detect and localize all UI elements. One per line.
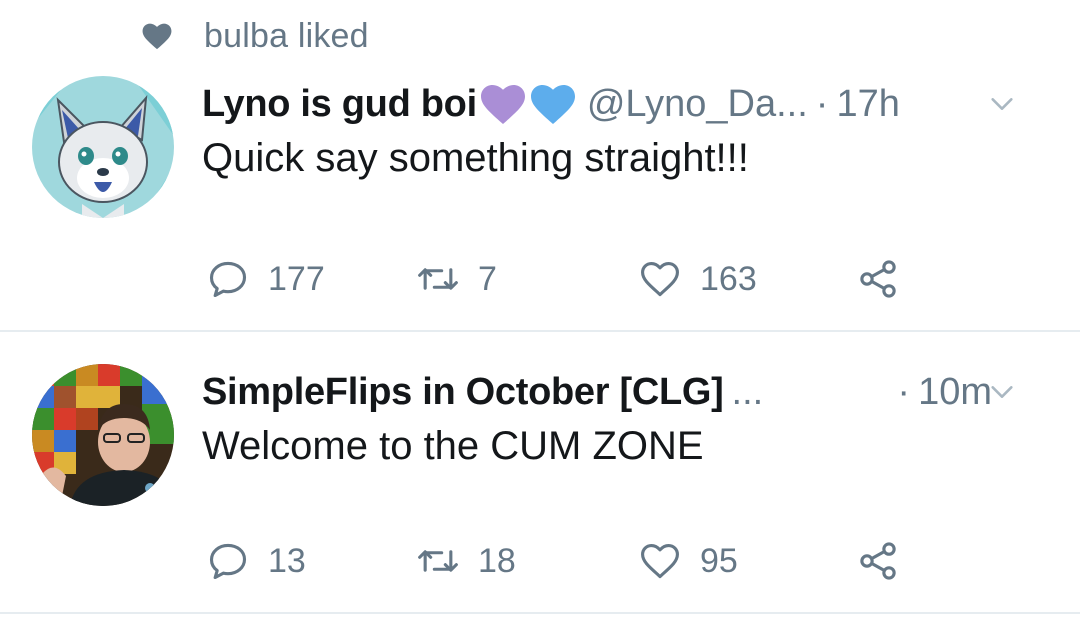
tweet-divider [0, 612, 1080, 614]
retweet-icon [418, 268, 458, 290]
share-button[interactable] [856, 256, 900, 302]
like-count: 163 [700, 259, 757, 298]
timeline-feed: bulba liked Lyno is gud boi @Lyno_Da... … [0, 0, 1080, 621]
reply-count: 13 [268, 541, 306, 580]
retweet-count: 18 [478, 541, 516, 580]
reply-button[interactable]: 13 [206, 538, 306, 584]
heart-outline-icon [641, 262, 679, 297]
timestamp[interactable]: 17h [836, 83, 899, 126]
reply-button[interactable]: 177 [206, 256, 325, 302]
avatar-image [32, 364, 174, 506]
share-button[interactable] [856, 538, 900, 584]
reply-icon [209, 543, 247, 580]
reply-count: 177 [268, 259, 325, 298]
tweet-card[interactable]: SimpleFlips in October [CLG] ... · 10m W… [0, 332, 1080, 612]
avatar[interactable] [32, 76, 174, 218]
heart-outline-icon [641, 544, 679, 579]
name-truncation: ... [731, 370, 764, 413]
chevron-down-icon[interactable] [988, 378, 1016, 406]
tweet-text: Welcome to the CUM ZONE [202, 424, 704, 468]
user-handle[interactable]: @Lyno_Da... [587, 83, 808, 126]
heart-icon [142, 23, 172, 50]
like-button[interactable]: 163 [638, 256, 757, 302]
like-count: 95 [700, 541, 738, 580]
blue-heart-emoji [530, 85, 575, 124]
display-name[interactable]: SimpleFlips in October [CLG] [202, 371, 724, 414]
timestamp[interactable]: 10m [918, 371, 992, 414]
tweet-text: Quick say something straight!!! [202, 136, 749, 180]
social-context-label: bulba liked [204, 16, 369, 55]
tweet-actions: 177 7 163 [206, 256, 926, 302]
retweet-icon [418, 550, 458, 572]
chevron-down-icon[interactable] [988, 90, 1016, 118]
separator-dot: · [897, 370, 911, 413]
retweet-button[interactable]: 7 [416, 256, 497, 302]
purple-heart-emoji [480, 85, 525, 124]
retweet-count: 7 [478, 259, 497, 298]
retweet-button[interactable]: 18 [416, 538, 516, 584]
avatar-image [32, 76, 174, 218]
social-context: bulba liked [140, 14, 369, 58]
tweet-header: SimpleFlips in October [CLG] ... · 10m [202, 364, 1050, 420]
reply-icon [209, 261, 247, 298]
tweet-card[interactable]: bulba liked Lyno is gud boi @Lyno_Da... … [0, 0, 1080, 330]
tweet-actions: 13 18 95 [206, 538, 926, 584]
tweet-header: Lyno is gud boi @Lyno_Da... · 17h [202, 76, 1050, 132]
share-icon [860, 260, 896, 298]
share-icon [860, 542, 896, 580]
display-name[interactable]: Lyno is gud boi [202, 83, 477, 126]
separator-dot: · [815, 82, 829, 125]
avatar[interactable] [32, 364, 174, 506]
like-button[interactable]: 95 [638, 538, 738, 584]
